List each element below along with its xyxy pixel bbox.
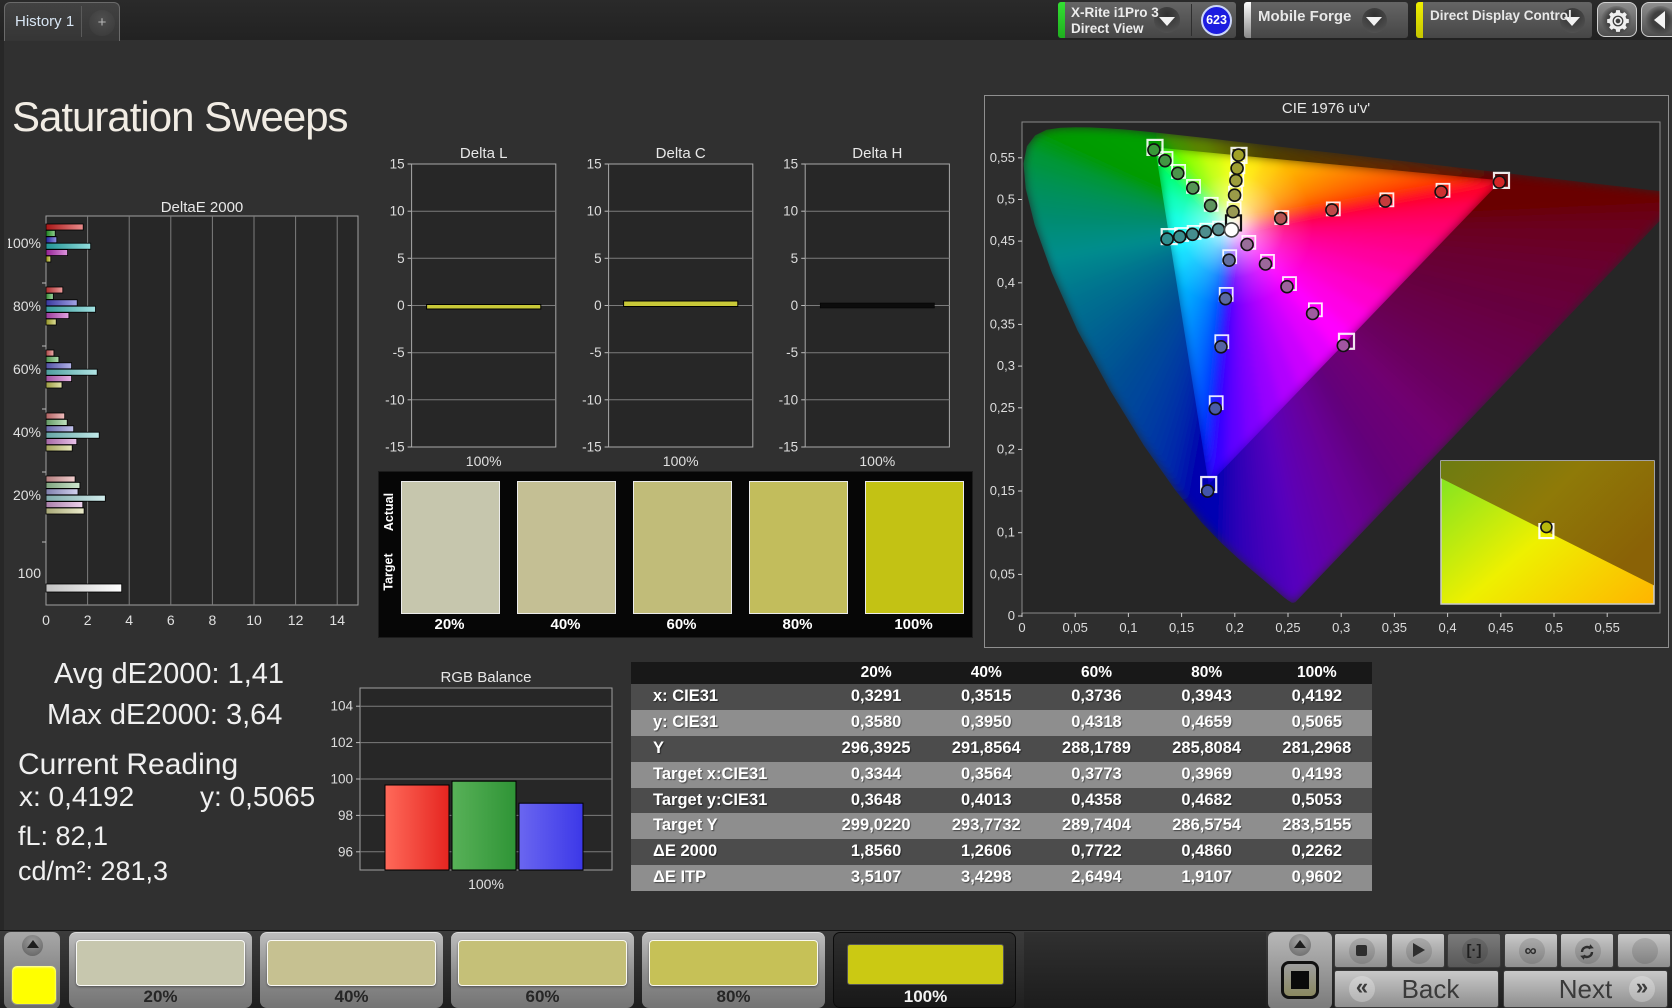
svg-text:15: 15 (587, 157, 602, 172)
svg-text:0,4: 0,4 (997, 275, 1015, 290)
svg-text:4: 4 (125, 612, 133, 628)
svg-text:2: 2 (84, 612, 92, 628)
svg-text:-10: -10 (385, 392, 405, 407)
svg-text:0,4: 0,4 (1439, 620, 1457, 635)
svg-text:0: 0 (791, 298, 799, 313)
svg-text:96: 96 (338, 844, 353, 859)
svg-text:100%: 100% (468, 876, 504, 892)
svg-text:0,55: 0,55 (1595, 620, 1620, 635)
svg-text:0,1: 0,1 (997, 525, 1015, 540)
svg-text:8: 8 (209, 612, 217, 628)
svg-text:10: 10 (783, 204, 798, 219)
svg-text:0: 0 (397, 298, 405, 313)
svg-text:6: 6 (167, 612, 175, 628)
svg-text:0,15: 0,15 (1169, 620, 1194, 635)
svg-text:0,45: 0,45 (990, 233, 1015, 248)
svg-text:20%: 20% (13, 487, 41, 503)
svg-text:0,05: 0,05 (1063, 620, 1088, 635)
svg-text:0: 0 (42, 612, 50, 628)
svg-text:100: 100 (18, 565, 42, 581)
svg-text:DeltaE 2000: DeltaE 2000 (161, 199, 244, 216)
svg-text:-10: -10 (582, 392, 602, 407)
svg-text:0,45: 0,45 (1488, 620, 1513, 635)
svg-text:0: 0 (594, 298, 602, 313)
svg-text:0,5: 0,5 (1545, 620, 1563, 635)
svg-text:14: 14 (329, 612, 345, 628)
svg-text:100: 100 (330, 772, 353, 787)
svg-text:60%: 60% (13, 361, 41, 377)
svg-text:0,25: 0,25 (1275, 620, 1300, 635)
svg-text:-15: -15 (385, 440, 405, 455)
svg-text:-15: -15 (582, 440, 602, 455)
svg-text:0,3: 0,3 (997, 358, 1015, 373)
svg-text:0,05: 0,05 (990, 566, 1015, 581)
svg-text:102: 102 (330, 735, 353, 750)
svg-text:10: 10 (587, 204, 602, 219)
svg-text:0: 0 (1018, 620, 1025, 635)
svg-text:98: 98 (338, 808, 353, 823)
svg-text:0,25: 0,25 (990, 400, 1015, 415)
svg-text:0,35: 0,35 (1382, 620, 1407, 635)
svg-text:0,3: 0,3 (1332, 620, 1350, 635)
svg-text:0,5: 0,5 (997, 192, 1015, 207)
svg-text:-5: -5 (786, 345, 798, 360)
svg-text:40%: 40% (13, 424, 41, 440)
svg-text:100%: 100% (466, 453, 502, 469)
svg-text:80%: 80% (13, 298, 41, 314)
svg-text:-5: -5 (590, 345, 602, 360)
svg-text:0,55: 0,55 (990, 150, 1015, 165)
svg-text:0,1: 0,1 (1119, 620, 1137, 635)
svg-text:5: 5 (791, 251, 799, 266)
svg-text:104: 104 (330, 699, 353, 714)
svg-text:10: 10 (390, 204, 405, 219)
svg-text:Delta H: Delta H (852, 145, 902, 162)
svg-text:15: 15 (783, 157, 798, 172)
svg-text:100%: 100% (859, 453, 895, 469)
svg-text:-10: -10 (779, 392, 799, 407)
svg-text:10: 10 (246, 612, 262, 628)
svg-text:100%: 100% (663, 453, 699, 469)
svg-text:0,2: 0,2 (997, 441, 1015, 456)
svg-text:0,2: 0,2 (1226, 620, 1244, 635)
svg-text:CIE 1976 u'v': CIE 1976 u'v' (1282, 100, 1370, 117)
svg-text:RGB Balance: RGB Balance (441, 669, 532, 686)
svg-text:-15: -15 (779, 440, 799, 455)
svg-text:0: 0 (1008, 608, 1015, 623)
svg-text:5: 5 (397, 251, 405, 266)
svg-text:5: 5 (594, 251, 602, 266)
svg-text:15: 15 (390, 157, 405, 172)
svg-text:-5: -5 (393, 345, 405, 360)
svg-text:0,15: 0,15 (990, 483, 1015, 498)
svg-text:Delta L: Delta L (460, 145, 508, 162)
svg-text:12: 12 (288, 612, 304, 628)
svg-text:Delta C: Delta C (656, 145, 706, 162)
svg-text:100%: 100% (8, 235, 41, 251)
svg-text:0,35: 0,35 (990, 316, 1015, 331)
